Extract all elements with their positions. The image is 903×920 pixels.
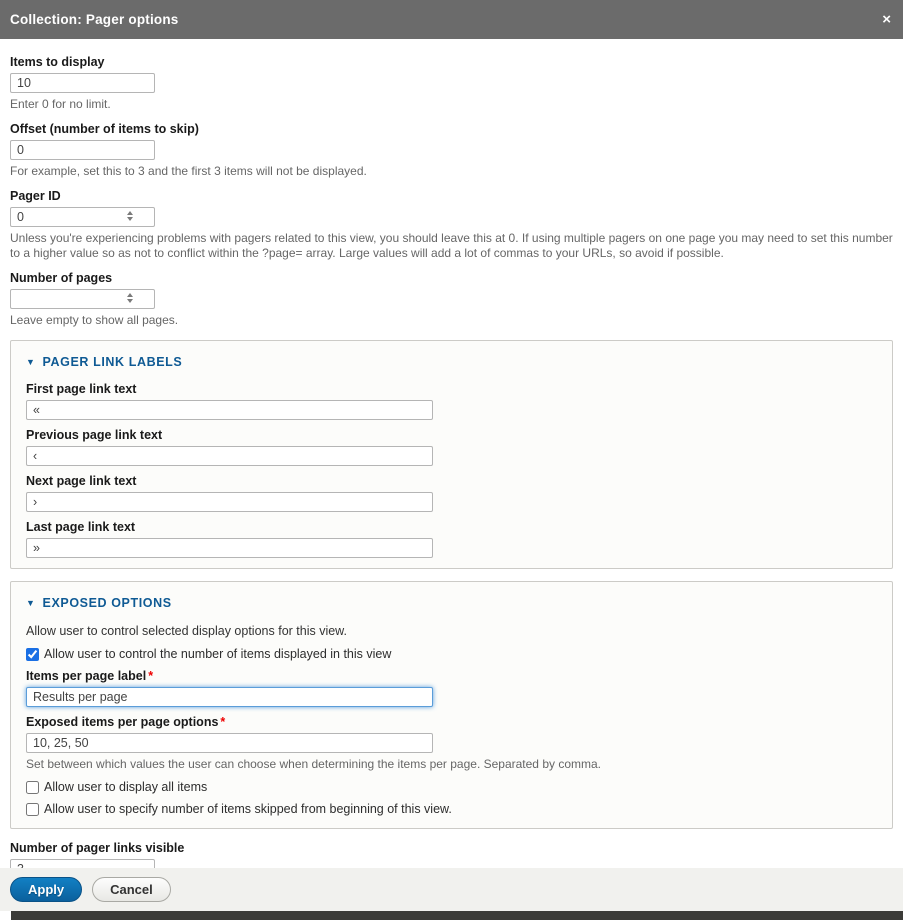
- field-number-of-pages: Number of pages Leave empty to show all …: [10, 271, 893, 328]
- exposed-options-intro: Allow user to control selected display o…: [26, 623, 877, 639]
- apply-button[interactable]: Apply: [10, 877, 82, 902]
- offset-description: For example, set this to 3 and the first…: [10, 164, 893, 179]
- first-page-link-text-label: First page link text: [26, 382, 877, 397]
- number-of-pages-input[interactable]: [10, 289, 155, 309]
- number-of-pages-description: Leave empty to show all pages.: [10, 313, 893, 328]
- display-all-checkbox[interactable]: [26, 781, 39, 794]
- display-all-checkbox-label[interactable]: Allow user to display all items: [44, 780, 207, 794]
- dialog-body: Items to display Enter 0 for no limit. O…: [0, 39, 903, 898]
- control-items-checkbox-row: Allow user to control the number of item…: [26, 647, 877, 661]
- dialog-footer: Apply Cancel: [0, 868, 903, 911]
- field-first-page-link-text: First page link text: [26, 382, 877, 420]
- fieldset-exposed-options: ▼ EXPOSED OPTIONS Allow user to control …: [10, 581, 893, 829]
- pager-id-description: Unless you're experiencing problems with…: [10, 231, 893, 261]
- field-pager-id: Pager ID Unless you're experiencing prob…: [10, 189, 893, 261]
- required-asterisk: *: [148, 669, 153, 683]
- offset-checkbox-label[interactable]: Allow user to specify number of items sk…: [44, 802, 452, 816]
- chevron-down-icon: ▼: [26, 358, 36, 367]
- cancel-button[interactable]: Cancel: [92, 877, 171, 902]
- offset-input[interactable]: [10, 140, 155, 160]
- field-last-page-link-text: Last page link text: [26, 520, 877, 558]
- page-background-strip: [11, 911, 903, 920]
- items-to-display-label: Items to display: [10, 55, 893, 70]
- required-asterisk: *: [220, 715, 225, 729]
- field-next-page-link-text: Next page link text: [26, 474, 877, 512]
- close-icon[interactable]: ×: [882, 12, 891, 27]
- exposed-items-options-label: Exposed items per page options*: [26, 715, 877, 730]
- pager-links-visible-label: Number of pager links visible: [10, 841, 893, 856]
- first-page-link-text-input[interactable]: [26, 400, 433, 420]
- field-exposed-items-per-page-options: Exposed items per page options* Set betw…: [26, 715, 877, 772]
- pager-id-input[interactable]: [10, 207, 155, 227]
- next-page-link-text-input[interactable]: [26, 492, 433, 512]
- field-offset: Offset (number of items to skip) For exa…: [10, 122, 893, 179]
- control-items-checkbox-label[interactable]: Allow user to control the number of item…: [44, 647, 391, 661]
- dialog-header: Collection: Pager options ×: [0, 0, 903, 39]
- chevron-down-icon: ▼: [26, 599, 36, 608]
- items-to-display-input[interactable]: [10, 73, 155, 93]
- field-items-per-page-label: Items per page label*: [26, 669, 877, 707]
- items-per-page-label-input[interactable]: [26, 687, 433, 707]
- pager-id-label: Pager ID: [10, 189, 893, 204]
- display-all-checkbox-row: Allow user to display all items: [26, 780, 877, 794]
- last-page-link-text-input[interactable]: [26, 538, 433, 558]
- last-page-link-text-label: Last page link text: [26, 520, 877, 535]
- field-items-to-display: Items to display Enter 0 for no limit.: [10, 55, 893, 112]
- offset-checkbox-row: Allow user to specify number of items sk…: [26, 802, 877, 816]
- items-to-display-description: Enter 0 for no limit.: [10, 97, 893, 112]
- dialog-title: Collection: Pager options: [10, 12, 179, 27]
- pager-link-labels-legend[interactable]: ▼ PAGER LINK LABELS: [26, 355, 877, 369]
- field-previous-page-link-text: Previous page link text: [26, 428, 877, 466]
- previous-page-link-text-input[interactable]: [26, 446, 433, 466]
- next-page-link-text-label: Next page link text: [26, 474, 877, 489]
- exposed-items-options-description: Set between which values the user can ch…: [26, 757, 877, 772]
- fieldset-pager-link-labels: ▼ PAGER LINK LABELS First page link text…: [10, 340, 893, 569]
- exposed-options-legend[interactable]: ▼ EXPOSED OPTIONS: [26, 596, 877, 610]
- number-of-pages-label: Number of pages: [10, 271, 893, 286]
- previous-page-link-text-label: Previous page link text: [26, 428, 877, 443]
- pager-link-labels-legend-text: PAGER LINK LABELS: [43, 355, 183, 369]
- offset-checkbox[interactable]: [26, 803, 39, 816]
- offset-label: Offset (number of items to skip): [10, 122, 893, 137]
- items-per-page-label-label: Items per page label*: [26, 669, 877, 684]
- control-items-checkbox[interactable]: [26, 648, 39, 661]
- exposed-items-options-input[interactable]: [26, 733, 433, 753]
- exposed-options-legend-text: EXPOSED OPTIONS: [43, 596, 172, 610]
